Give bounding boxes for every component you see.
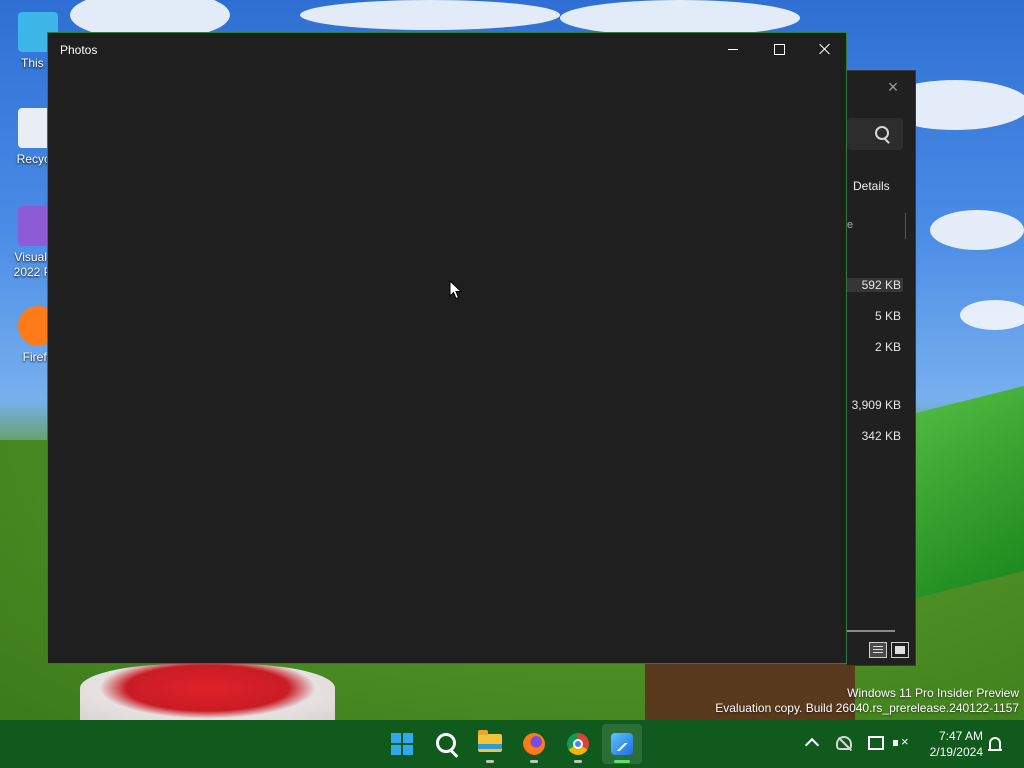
file-explorer-window[interactable]: × Details e 592 KB 5 KB 2 KB 3,909 KB 34…: [846, 70, 916, 666]
list-view-icon: [873, 646, 883, 654]
taskbar-file-explorer[interactable]: [470, 724, 510, 764]
taskbar-chrome[interactable]: [558, 724, 598, 764]
close-button[interactable]: [802, 33, 848, 65]
details-button[interactable]: Details: [853, 179, 890, 193]
start-button[interactable]: [382, 724, 422, 764]
mouse-cursor-icon: [449, 280, 463, 300]
file-size-cell[interactable]: 2 KB: [847, 340, 901, 354]
taskbar-clock[interactable]: 7:47 AM 2/19/2024: [921, 728, 983, 760]
green-cube: [912, 386, 1024, 599]
clock-time: 7:47 AM: [938, 729, 983, 743]
title-bar[interactable]: Photos: [48, 33, 846, 65]
search-icon: [436, 733, 456, 753]
start-icon: [391, 733, 413, 755]
running-indicator: [530, 760, 538, 763]
watermark-line-2: Evaluation copy. Build 26040.rs_prerelea…: [715, 701, 1019, 715]
evaluation-watermark: Windows 11 Pro Insider Preview Evaluatio…: [715, 686, 1019, 716]
search-box[interactable]: [847, 118, 903, 150]
close-icon: [819, 43, 831, 55]
watermark-line-1: Windows 11 Pro Insider Preview: [847, 686, 1019, 700]
file-size-cell[interactable]: 3,909 KB: [847, 398, 901, 412]
file-size-cell[interactable]: 592 KB: [847, 278, 903, 292]
firefox-icon: [523, 733, 545, 755]
taskbar-firefox[interactable]: [514, 724, 554, 764]
chrome-icon: [567, 733, 589, 755]
minimize-icon: [728, 49, 738, 50]
running-indicator: [486, 760, 494, 763]
photos-content-area[interactable]: [48, 65, 846, 663]
maximize-icon: [774, 44, 785, 55]
active-indicator: [614, 760, 630, 763]
horizontal-scrollbar[interactable]: [847, 630, 895, 632]
taskbar-photos[interactable]: [602, 724, 642, 764]
file-size-cell[interactable]: 5 KB: [847, 309, 901, 323]
search-icon: [875, 126, 889, 140]
cloud-off-icon[interactable]: [836, 736, 852, 750]
notification-bell-icon[interactable]: [988, 737, 1002, 751]
close-button[interactable]: ×: [883, 77, 903, 97]
taskbar-search-button[interactable]: [426, 724, 466, 764]
network-icon[interactable]: [868, 736, 884, 750]
maximize-button[interactable]: [756, 33, 802, 65]
column-header[interactable]: e: [847, 219, 853, 231]
photos-window[interactable]: Photos: [47, 32, 847, 664]
file-size-cell[interactable]: 342 KB: [847, 429, 901, 443]
photos-icon: [611, 733, 633, 755]
large-icons-view-button[interactable]: [891, 642, 909, 658]
column-separator[interactable]: [905, 213, 906, 239]
volume-muted-icon[interactable]: [893, 734, 909, 750]
file-explorer-icon: [478, 730, 502, 752]
running-indicator: [574, 760, 582, 763]
wallpaper-mascot: [80, 664, 335, 724]
window-title: Photos: [60, 43, 98, 57]
tiles-view-icon: [895, 646, 905, 654]
details-view-button[interactable]: [869, 642, 887, 658]
clock-date: 2/19/2024: [929, 745, 983, 759]
minimize-button[interactable]: [710, 33, 756, 65]
